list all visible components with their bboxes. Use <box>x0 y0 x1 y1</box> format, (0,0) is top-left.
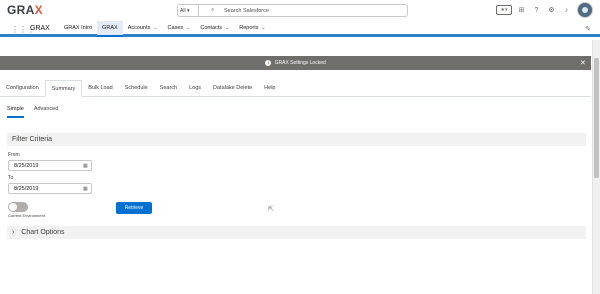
search-input[interactable]: ⌕ Search Salesforce <box>199 4 408 17</box>
page-scrollbar[interactable] <box>592 40 600 294</box>
filter-criteria-header: Filter Criteria <box>7 133 586 146</box>
subtab-simple[interactable]: Simple <box>7 106 24 118</box>
tab-datalake-delete[interactable]: Datalake Delete <box>207 80 258 97</box>
nav-item-label: GRAX Intro <box>64 25 93 31</box>
search-placeholder: Search Salesforce <box>224 8 269 14</box>
to-date-field[interactable]: 8/25/2019 ▦ <box>8 183 92 194</box>
calendar-icon[interactable]: ▦ <box>83 186 88 192</box>
tab-schedule[interactable]: Schedule <box>119 80 154 97</box>
chevron-down-icon[interactable]: ⌄ <box>262 25 266 31</box>
nav-item-label: GRAX <box>102 25 118 31</box>
nav-item-label: Reports <box>239 25 259 31</box>
global-header: GRAX All ▾ ⌕ Search Salesforce ★▾ ⊞ ? ⚙ … <box>0 0 600 21</box>
settings-icon[interactable]: ⚙ <box>546 5 557 15</box>
close-icon[interactable]: ✕ <box>580 59 586 67</box>
chevron-down-icon[interactable]: ⌄ <box>186 25 190 31</box>
add-icon[interactable]: ⊞ <box>516 5 527 15</box>
main-tabs: Configuration Summary Bulk Load Schedule Sea… <box>0 80 591 97</box>
chevron-right-icon[interactable]: › <box>12 229 14 236</box>
nav-item-label: Accounts <box>127 25 151 31</box>
from-date-value: 8/25/2019 <box>14 163 39 169</box>
favorites-icon[interactable]: ★▾ <box>496 5 512 15</box>
from-label: From <box>8 152 20 158</box>
tab-summary[interactable]: Summary <box>44 80 83 97</box>
search-scope-dropdown[interactable]: All ▾ <box>177 4 199 17</box>
tab-configuration[interactable]: Configuration <box>0 80 45 97</box>
scrollbar-thumb[interactable] <box>594 58 599 178</box>
chevron-down-icon[interactable]: ⌄ <box>153 25 157 31</box>
current-environment-toggle[interactable] <box>8 202 28 212</box>
tab-bulk-load[interactable]: Bulk Load <box>82 80 118 97</box>
mouse-cursor-icon: ⇱ <box>268 206 274 213</box>
nav-item-contacts[interactable]: Contacts ⌄ <box>195 21 234 37</box>
current-environment-label: Current Environment <box>8 213 45 218</box>
nav-item-cases[interactable]: Cases ⌄ <box>163 21 196 37</box>
sub-tabs: Simple Advanced <box>7 106 58 118</box>
nav-item-grax[interactable]: GRAX <box>97 21 123 37</box>
nav-item-grax-intro[interactable]: GRAX Intro <box>59 21 97 37</box>
nav-item-reports[interactable]: Reports ⌄ <box>234 21 270 37</box>
to-label: To <box>8 175 14 181</box>
subtab-advanced[interactable]: Advanced <box>34 106 58 118</box>
banner-text: GRAX Settings Locked <box>274 60 326 66</box>
info-icon: i <box>265 60 272 66</box>
nav-item-accounts[interactable]: Accounts ⌄ <box>123 21 163 37</box>
settings-locked-banner: i GRAX Settings Locked ✕ <box>0 56 591 70</box>
calendar-icon[interactable]: ▦ <box>83 163 88 169</box>
app-name: GRAX <box>30 25 50 32</box>
grax-logo[interactable]: GRAX <box>7 3 43 17</box>
avatar[interactable] <box>577 2 593 18</box>
edit-nav-icon[interactable]: ✎ <box>585 25 591 33</box>
tab-search[interactable]: Search <box>154 80 183 97</box>
chart-options-header[interactable]: › Chart Options <box>7 226 586 239</box>
nav-item-label: Contacts <box>200 25 223 31</box>
search-icon: ⌕ <box>211 7 215 13</box>
tab-logs[interactable]: Logs <box>183 80 207 97</box>
tab-help[interactable]: Help <box>258 80 281 97</box>
from-date-field[interactable]: 8/25/2019 ▦ <box>8 160 92 171</box>
retrieve-button[interactable]: Retrieve <box>116 202 152 214</box>
chevron-down-icon[interactable]: ⌄ <box>225 25 229 31</box>
help-icon[interactable]: ? <box>531 5 542 15</box>
to-date-value: 8/25/2019 <box>14 186 39 192</box>
nav-item-label: Cases <box>167 25 184 31</box>
notifications-icon[interactable]: ♪ <box>561 5 572 15</box>
app-navigation: ⋮⋮⋮ GRAX GRAX Intro GRAX Accounts ⌄ Cases ⌄ Co… <box>0 21 600 37</box>
chart-options-title: Chart Options <box>21 229 65 236</box>
